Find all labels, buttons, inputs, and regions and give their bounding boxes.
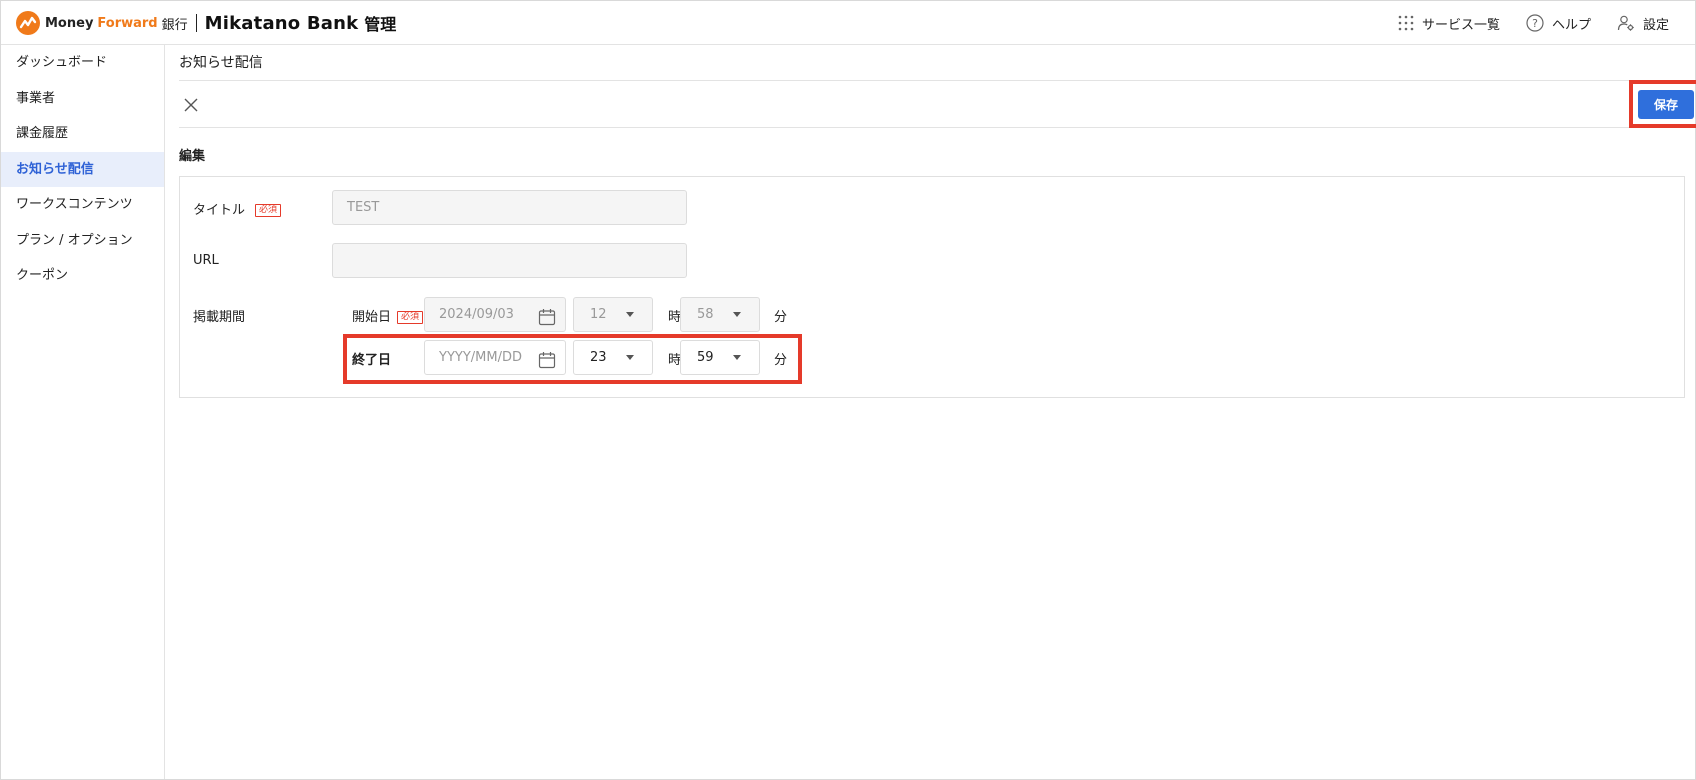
grid-icon	[1398, 15, 1414, 31]
start-hour-select[interactable]: 12	[573, 297, 653, 332]
toolbar: 保存	[179, 80, 1696, 128]
sidebar: ダッシュボード 事業者 課金履歴 お知らせ配信 ワークスコンテンツ プラン / …	[1, 45, 165, 779]
chevron-down-icon	[626, 312, 634, 317]
start-date-input[interactable]: 2024/09/03	[424, 297, 566, 332]
help-link[interactable]: ? ヘルプ	[1526, 14, 1591, 33]
start-hour-value: 12	[590, 307, 607, 322]
start-date-label: 開始日 必須	[352, 306, 424, 325]
sidebar-item-dashboard[interactable]: ダッシュボード	[1, 45, 164, 81]
brand-money: Money	[45, 15, 94, 31]
required-badge: 必須	[397, 311, 424, 324]
page-title: お知らせ配信	[179, 55, 263, 71]
title-label-text: タイトル	[193, 203, 246, 218]
svg-text:?: ?	[1532, 17, 1538, 30]
end-date-highlight	[343, 334, 802, 384]
url-field-label: URL	[193, 253, 219, 268]
save-button[interactable]: 保存	[1638, 90, 1694, 119]
section-title: 編集	[179, 149, 206, 164]
brand-logo[interactable]: Money Forward 銀行 Mikatano Bank 管理	[16, 11, 396, 35]
service-list-label: サービス一覧	[1421, 17, 1500, 33]
start-minute-select[interactable]: 58	[680, 297, 760, 332]
url-input[interactable]	[332, 243, 687, 278]
product-suffix: 管理	[364, 15, 397, 34]
product-name: Mikatano Bank	[204, 12, 359, 34]
header-nav: サービス一覧 ? ヘルプ 設定	[1398, 1, 1669, 45]
start-date-value: 2024/09/03	[439, 307, 514, 322]
title-input[interactable]: TEST	[332, 190, 687, 225]
main-content: お知らせ配信 保存 編集 タイトル 必須 TEST URL 掲載期間 開始日 必須 …	[166, 45, 1696, 779]
required-badge: 必須	[255, 204, 282, 217]
sidebar-item-plan-options[interactable]: プラン / オプション	[1, 223, 164, 259]
brand-bank: 銀行	[161, 17, 188, 33]
sidebar-item-billing-history[interactable]: 課金履歴	[1, 116, 164, 152]
sidebar-item-coupons[interactable]: クーポン	[1, 258, 164, 294]
brand-forward: Forward	[97, 15, 158, 31]
start-minute-value: 58	[697, 307, 714, 322]
sidebar-item-works-contents[interactable]: ワークスコンテンツ	[1, 187, 164, 223]
chevron-down-icon	[733, 312, 741, 317]
sidebar-item-businesses[interactable]: 事業者	[1, 81, 164, 117]
brand-divider	[195, 14, 197, 32]
period-label: 掲載期間	[193, 310, 246, 325]
service-list-link[interactable]: サービス一覧	[1398, 14, 1500, 33]
close-icon[interactable]	[184, 97, 198, 112]
settings-link[interactable]: 設定	[1617, 14, 1669, 33]
minute-unit: 分	[774, 310, 788, 325]
start-label-text: 開始日	[352, 310, 392, 325]
money-forward-logo-icon	[16, 11, 40, 35]
help-icon: ?	[1526, 14, 1544, 32]
title-field-label: タイトル 必須	[193, 199, 282, 218]
user-settings-icon	[1617, 14, 1635, 32]
app-header: Money Forward 銀行 Mikatano Bank 管理 サービス一覧…	[1, 1, 1695, 45]
sidebar-item-notifications[interactable]: お知らせ配信	[1, 151, 164, 187]
settings-label: 設定	[1642, 17, 1669, 33]
help-label: ヘルプ	[1551, 17, 1591, 33]
